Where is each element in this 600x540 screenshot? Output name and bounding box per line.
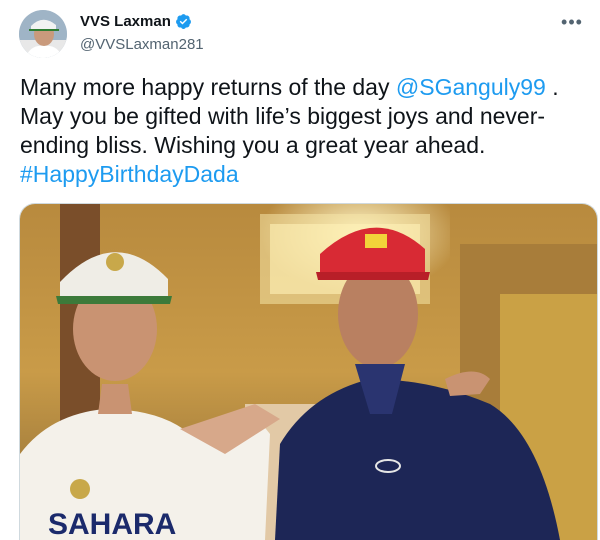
tweet-text: Many more happy returns of the day @SGan… (20, 73, 580, 189)
tweet-text-line3: ending bliss. Wishing you a great year a… (20, 132, 486, 158)
author-name[interactable]: VVS Laxman (80, 13, 171, 30)
tweet-photo[interactable]: SAHARA (19, 203, 598, 540)
tweet-text-line2: May you be gifted with life’s biggest jo… (20, 103, 546, 129)
more-horizontal-icon: ••• (561, 11, 583, 32)
author-handle[interactable]: @VVSLaxman281 (80, 36, 204, 53)
jersey-text: SAHARA (48, 508, 176, 540)
photo-illustration: SAHARA (20, 204, 597, 540)
hashtag-link[interactable]: #HappyBirthdayDada (20, 161, 239, 187)
tweet-text-line1: Many more happy returns of the day (20, 74, 396, 100)
avatar[interactable] (19, 10, 67, 58)
tweet-card[interactable]: VVS Laxman @VVSLaxman281 ••• Many more h… (0, 0, 600, 540)
tweet-text-after-mention: . (545, 74, 559, 100)
more-options-button[interactable]: ••• (558, 8, 586, 36)
mention-link[interactable]: @SGanguly99 (396, 74, 546, 100)
verified-badge-icon (175, 13, 192, 30)
